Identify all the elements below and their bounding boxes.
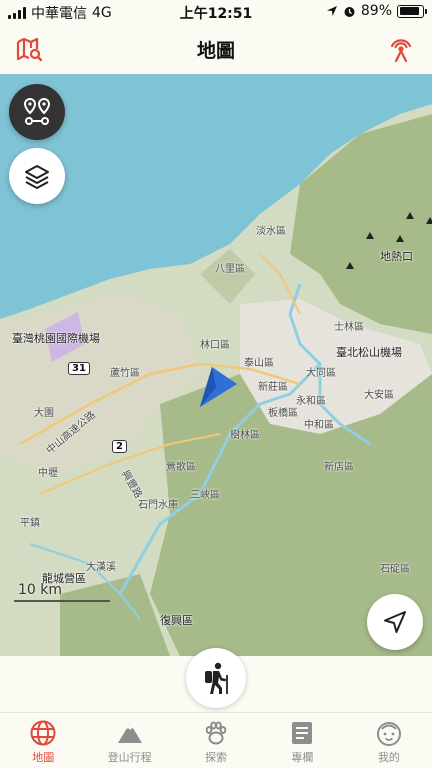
tab-trips[interactable]: 登山行程 bbox=[86, 713, 172, 768]
map-label-tamsui: 淡水區 bbox=[256, 226, 286, 237]
map-label-banqiao: 板橋區 bbox=[268, 408, 298, 419]
scale-bar bbox=[14, 600, 110, 602]
tab-articles[interactable]: 專欄 bbox=[259, 713, 345, 768]
tab-label: 登山行程 bbox=[107, 751, 152, 764]
map-label-shiding: 石碇區 bbox=[380, 564, 410, 575]
map-label-yingge: 鶯歌區 bbox=[166, 462, 196, 473]
map-label-taishan: 泰山區 bbox=[244, 358, 274, 369]
tab-explore[interactable]: 探索 bbox=[173, 713, 259, 768]
tab-label: 我的 bbox=[377, 751, 400, 764]
map-label-daan: 大安區 bbox=[364, 390, 394, 401]
tab-label: 專欄 bbox=[291, 751, 314, 764]
face-icon bbox=[376, 722, 401, 746]
tab-map[interactable]: 地圖 bbox=[0, 713, 86, 768]
route-planner-button[interactable] bbox=[9, 84, 65, 140]
navigation-arrow-icon bbox=[384, 611, 406, 633]
start-hiking-button[interactable] bbox=[186, 648, 246, 708]
map-label-shilin: 士林區 bbox=[334, 322, 364, 333]
map-label-dahan: 大漢溪 bbox=[86, 562, 116, 573]
map-label-zhonghe: 中和區 bbox=[304, 420, 334, 431]
signal-tower-button[interactable] bbox=[386, 34, 416, 64]
battery-percent: 89% bbox=[360, 3, 392, 19]
app-header: 地圖 bbox=[0, 24, 432, 74]
paw-icon bbox=[205, 721, 227, 745]
status-bar: 中華電信 4G 上午12:51 89% bbox=[0, 0, 432, 24]
location-arrow-icon bbox=[326, 6, 337, 16]
globe-icon bbox=[30, 720, 56, 746]
status-right: 89% bbox=[326, 3, 427, 19]
tab-label: 地圖 bbox=[32, 751, 55, 764]
layers-icon bbox=[25, 165, 49, 189]
alarm-icon bbox=[344, 6, 355, 17]
map-label-xinzhuang: 新莊區 bbox=[258, 382, 288, 393]
map-label-taoyuan-airport: 臺灣桃園國際機場 bbox=[12, 332, 100, 345]
tab-label: 探索 bbox=[205, 751, 228, 764]
scale-label: 10 km bbox=[18, 582, 63, 598]
locate-me-button[interactable] bbox=[367, 594, 423, 650]
tab-profile[interactable]: 我的 bbox=[346, 713, 432, 768]
hiker-icon bbox=[205, 662, 228, 694]
map-label-shulin: 樹林區 bbox=[230, 430, 260, 441]
map-label-zhongli: 中壢 bbox=[38, 468, 58, 479]
route-shield-31: 31 bbox=[68, 362, 90, 375]
map-label-linkou: 林口區 bbox=[200, 340, 230, 351]
map-label-dayuan: 大園 bbox=[34, 408, 54, 419]
map-label-songshan-airport: 臺北松山機場 bbox=[336, 346, 402, 359]
battery-icon bbox=[397, 4, 427, 18]
map-label-bali: 八里區 bbox=[215, 264, 245, 275]
map-view[interactable]: 臺灣桃園國際機場 臺北松山機場 龍城營區 復興區 林口區 八里區 淡水區 士林區… bbox=[0, 74, 432, 656]
map-label-dirt: 地熱口 bbox=[380, 250, 413, 263]
map-scale: 10 km bbox=[14, 582, 110, 602]
page-title: 地圖 bbox=[196, 40, 235, 62]
map-label-datong: 大同區 bbox=[306, 368, 336, 379]
mountain-icon bbox=[117, 723, 142, 743]
map-label-sanxia: 三峽區 bbox=[190, 490, 220, 501]
map-base-layer bbox=[0, 74, 432, 656]
map-layers-button[interactable] bbox=[9, 148, 65, 204]
map-label-fuxing: 復興區 bbox=[160, 614, 193, 627]
map-label-yonghe: 永和區 bbox=[296, 396, 326, 407]
map-label-luzhu: 蘆竹區 bbox=[110, 368, 140, 379]
map-label-shimen: 石門水庫 bbox=[138, 500, 178, 511]
map-label-xindian: 新店區 bbox=[324, 462, 354, 473]
broadcast-tower-icon bbox=[390, 39, 412, 63]
route-pins-icon bbox=[23, 97, 51, 125]
tab-bar: 地圖 登山行程 探索 專欄 我的 bbox=[0, 712, 432, 768]
route-shield-2: 2 bbox=[112, 440, 127, 453]
article-icon bbox=[292, 722, 313, 744]
map-label-pingzhen: 平鎮 bbox=[20, 518, 40, 529]
